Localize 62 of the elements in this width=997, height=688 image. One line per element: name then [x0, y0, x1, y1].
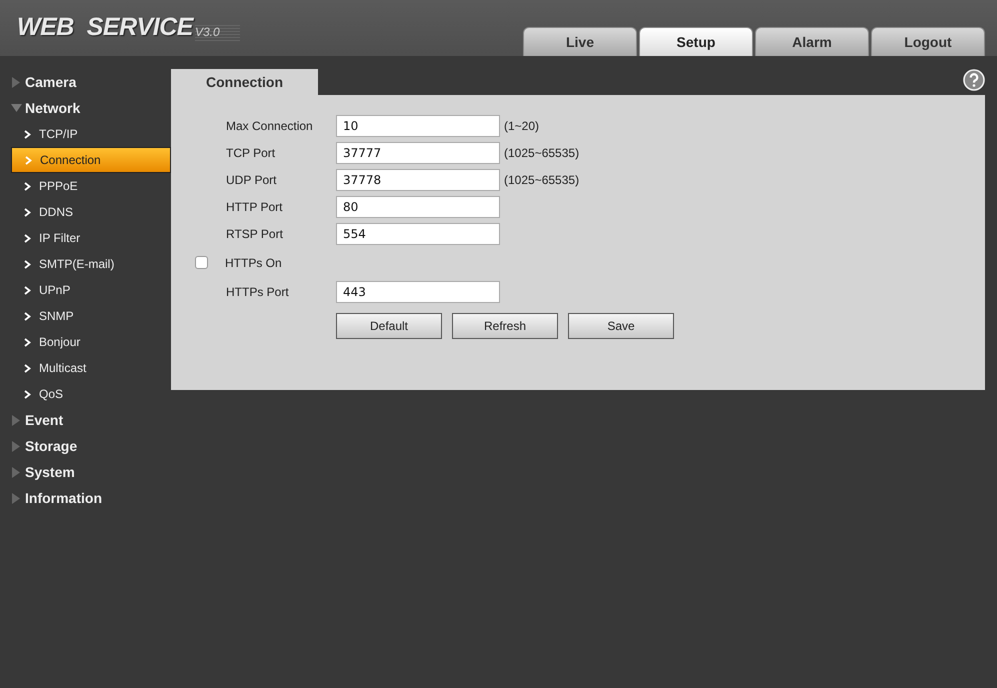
- sidebar-subitem[interactable]: Multicast: [11, 355, 171, 381]
- chevron-right-icon: [24, 312, 31, 320]
- chevron-right-icon: [24, 390, 31, 398]
- input-field[interactable]: 37778: [336, 168, 500, 190]
- nav-tab[interactable]: Live: [523, 27, 637, 56]
- field-label: UDP Port: [226, 172, 278, 186]
- sidebar-item[interactable]: Storage: [0, 433, 171, 459]
- logo-text: WEB SERVICE: [17, 13, 193, 42]
- sidebar-item[interactable]: System: [0, 459, 171, 485]
- chevron-right-icon: [24, 364, 31, 372]
- triangle-right-icon: [11, 76, 22, 88]
- version-text: V3.0: [194, 25, 240, 42]
- triangle-right-icon: [11, 414, 22, 426]
- input-field[interactable]: 443: [336, 280, 500, 302]
- chevron-right-icon: [24, 130, 31, 138]
- range-hint: (1025~65535): [504, 146, 580, 160]
- sidebar-subitem[interactable]: Bonjour: [11, 329, 171, 355]
- sidebar-item[interactable]: Event: [0, 407, 171, 433]
- sidebar-subitem[interactable]: Connection: [11, 147, 171, 173]
- field-label: HTTP Port: [226, 200, 284, 214]
- sidebar-subitem[interactable]: SNMP: [11, 303, 171, 329]
- help-icon[interactable]: [963, 69, 985, 91]
- field-label: Max Connection: [226, 118, 314, 132]
- nav-tab[interactable]: Setup: [639, 27, 753, 56]
- sidebar-subitem[interactable]: SMTP(E-mail): [11, 251, 171, 277]
- triangle-right-icon: [11, 466, 22, 478]
- nav-tab[interactable]: Alarm: [755, 27, 869, 56]
- sidebar-subitem[interactable]: DDNS: [11, 199, 171, 225]
- sidebar-subitem[interactable]: TCP/IP: [11, 121, 171, 147]
- input-field[interactable]: 37777: [336, 142, 500, 164]
- chevron-right-icon: [24, 260, 31, 268]
- chevron-right-icon: [25, 156, 32, 164]
- chevron-right-icon: [24, 182, 31, 190]
- sidebar-item[interactable]: Camera: [0, 69, 171, 95]
- action-button[interactable]: Refresh: [452, 313, 558, 339]
- chevron-right-icon: [24, 208, 31, 216]
- sidebar-subitem[interactable]: IP Filter: [11, 225, 171, 251]
- action-button[interactable]: Save: [568, 313, 674, 339]
- chevron-right-icon: [24, 338, 31, 346]
- checkbox-label: HTTPs On: [225, 256, 283, 270]
- sidebar-item[interactable]: Network: [0, 95, 171, 121]
- triangle-right-icon: [11, 492, 22, 504]
- sidebar-subitem[interactable]: UPnP: [11, 277, 171, 303]
- action-button[interactable]: Default: [336, 313, 442, 339]
- triangle-right-icon: [11, 440, 22, 452]
- nav-tab[interactable]: Logout: [871, 27, 985, 56]
- chevron-right-icon: [24, 234, 31, 242]
- range-hint: (1~20): [504, 118, 540, 132]
- input-field[interactable]: 10: [336, 114, 500, 136]
- input-field[interactable]: 80: [336, 196, 500, 218]
- range-hint: (1025~65535): [504, 172, 580, 186]
- field-label: HTTPs Port: [226, 284, 290, 298]
- triangle-down-icon: [11, 104, 22, 112]
- checkbox[interactable]: [195, 256, 208, 269]
- field-label: RTSP Port: [226, 226, 284, 240]
- chevron-right-icon: [24, 286, 31, 294]
- sidebar-item[interactable]: Information: [0, 485, 171, 511]
- sidebar-subitem[interactable]: PPPoE: [11, 173, 171, 199]
- sidebar-subitem[interactable]: QoS: [11, 381, 171, 407]
- input-field[interactable]: 554: [336, 222, 500, 244]
- panel-tab[interactable]: Connection: [171, 69, 318, 95]
- field-label: TCP Port: [226, 146, 276, 160]
